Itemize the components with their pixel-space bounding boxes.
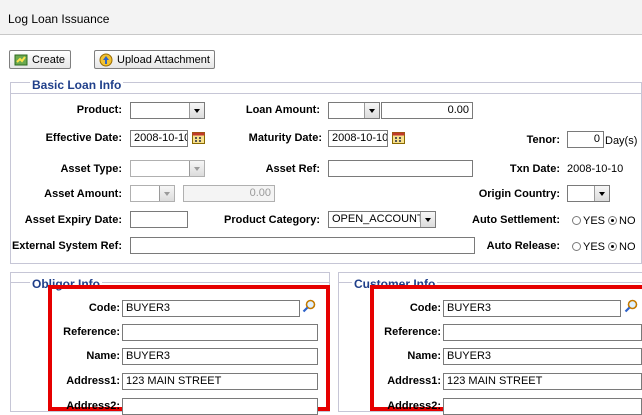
- customer-address1-label: Address1:: [387, 375, 441, 387]
- upload-icon: [99, 53, 113, 67]
- customer-reference-input[interactable]: [443, 324, 642, 341]
- loan-amount-input[interactable]: 0.00: [381, 102, 473, 119]
- product-category-select[interactable]: OPEN_ACCOUNT: [328, 211, 436, 228]
- search-icon[interactable]: [624, 299, 638, 313]
- create-button[interactable]: Create: [9, 50, 71, 69]
- external-system-ref-label: External System Ref:: [11, 240, 122, 252]
- effective-date-input[interactable]: 2008-10-10: [130, 130, 188, 147]
- maturity-date-input[interactable]: 2008-10-10: [328, 130, 388, 147]
- auto-settlement-yes-label: YES: [583, 215, 606, 227]
- obligor-reference-input[interactable]: [122, 324, 318, 341]
- customer-address1-input[interactable]: 123 MAIN STREET: [443, 373, 642, 390]
- obligor-address2-input[interactable]: [122, 398, 318, 415]
- upload-attachment-button[interactable]: Upload Attachment: [94, 50, 215, 69]
- origin-country-label: Origin Country:: [478, 188, 560, 200]
- auto-release-no-label: NO: [619, 241, 636, 253]
- auto-release-no-radio[interactable]: [608, 242, 617, 251]
- auto-release-label: Auto Release:: [486, 240, 560, 252]
- obligor-address1-label: Address1:: [66, 375, 120, 387]
- asset-amount-input[interactable]: 0.00: [183, 185, 275, 202]
- effective-date-label: Effective Date:: [45, 132, 122, 144]
- asset-ref-input[interactable]: [328, 160, 473, 177]
- auto-settlement-no-label: NO: [619, 215, 636, 227]
- asset-currency-select[interactable]: [130, 185, 175, 202]
- customer-name-input[interactable]: BUYER3: [443, 348, 642, 365]
- loan-currency-select[interactable]: [328, 102, 380, 119]
- product-label: Product:: [76, 104, 122, 116]
- obligor-address1-input[interactable]: 123 MAIN STREET: [122, 373, 318, 390]
- create-icon: [14, 54, 28, 66]
- auto-release-yes-radio[interactable]: [572, 242, 581, 251]
- external-system-ref-input[interactable]: [130, 237, 475, 254]
- loan-amount-label: Loan Amount:: [245, 104, 320, 116]
- customer-address2-input[interactable]: [443, 398, 642, 415]
- create-label: Create: [32, 54, 66, 66]
- asset-expiry-date-label: Asset Expiry Date:: [24, 214, 122, 226]
- tenor-unit: Day(s): [605, 135, 638, 147]
- auto-settlement-yes-radio[interactable]: [572, 216, 581, 225]
- calendar-icon[interactable]: [392, 131, 405, 144]
- asset-amount-label: Asset Amount:: [44, 188, 122, 200]
- origin-country-select[interactable]: [567, 185, 610, 202]
- toolbar: Create Upload Attachment: [0, 35, 642, 73]
- auto-settlement-no-radio[interactable]: [608, 216, 617, 225]
- section-divider: [10, 93, 642, 94]
- customer-address2-label: Address2:: [387, 400, 441, 412]
- title-bar: Log Loan Issuance: [0, 0, 642, 35]
- obligor-code-label: Code:: [88, 302, 120, 314]
- asset-expiry-date-input[interactable]: [130, 211, 188, 228]
- product-category-value: OPEN_ACCOUNT: [332, 213, 424, 225]
- txn-date-label: Txn Date:: [509, 163, 560, 175]
- basic-loan-info-legend: Basic Loan Info: [30, 78, 124, 92]
- obligor-reference-label: Reference:: [63, 326, 120, 338]
- asset-type-select[interactable]: [130, 160, 205, 177]
- tenor-label: Tenor:: [526, 134, 560, 146]
- auto-release-yes-label: YES: [583, 241, 606, 253]
- auto-settlement-label: Auto Settlement:: [472, 214, 560, 226]
- obligor-name-input[interactable]: BUYER3: [122, 348, 318, 365]
- customer-name-label: Name:: [407, 350, 441, 362]
- obligor-code-input[interactable]: BUYER3: [122, 300, 300, 317]
- search-icon[interactable]: [302, 299, 316, 313]
- customer-code-input[interactable]: BUYER3: [443, 300, 621, 317]
- obligor-name-label: Name:: [86, 350, 120, 362]
- asset-ref-label: Asset Ref:: [265, 163, 320, 175]
- customer-code-label: Code:: [409, 302, 441, 314]
- product-category-label: Product Category:: [224, 214, 320, 226]
- asset-type-label: Asset Type:: [60, 163, 122, 175]
- maturity-date-label: Maturity Date:: [248, 132, 322, 144]
- product-select[interactable]: [130, 102, 205, 119]
- calendar-icon[interactable]: [192, 131, 205, 144]
- tenor-input[interactable]: 0: [567, 131, 604, 148]
- customer-reference-label: Reference:: [384, 326, 441, 338]
- window-title: Log Loan Issuance: [8, 12, 110, 26]
- upload-label: Upload Attachment: [117, 54, 210, 66]
- obligor-address2-label: Address2:: [66, 400, 120, 412]
- txn-date-value: 2008-10-10: [567, 163, 624, 175]
